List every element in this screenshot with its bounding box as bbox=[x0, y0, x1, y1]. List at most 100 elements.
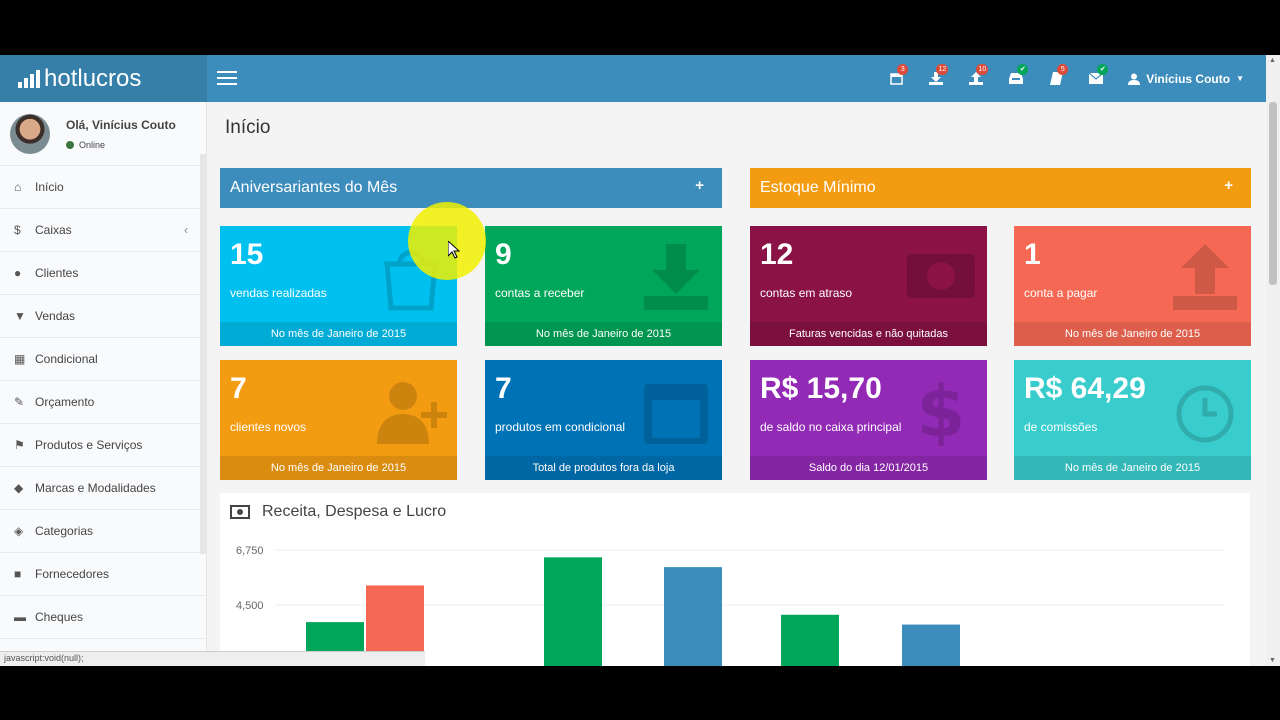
brand-logo[interactable]: hotlucros bbox=[0, 55, 207, 102]
sidebar-item-label: Cheques bbox=[35, 610, 84, 624]
tile-footer[interactable]: No mês de Janeiro de 2015 bbox=[1014, 322, 1251, 346]
notification-badge: ✔ bbox=[1017, 64, 1029, 75]
sidebar-item-produtos-servicos[interactable]: ⚑ Produtos e Serviços bbox=[0, 424, 206, 467]
sidebar-item-orcamento[interactable]: ✎ Orçamento bbox=[0, 381, 206, 424]
sidebar-item-label: Fornecedores bbox=[35, 567, 110, 581]
tile-value: 1 bbox=[1024, 238, 1041, 271]
calendar-icon: ▦ bbox=[14, 352, 26, 366]
sidebar-item-caixas[interactable]: $ Caixas ‹ bbox=[0, 209, 206, 252]
sidebar-item-label: Vendas bbox=[35, 309, 76, 323]
notification-badge: 3 bbox=[897, 64, 909, 75]
sidebar-item-cheques[interactable]: ▬ Cheques bbox=[0, 596, 206, 639]
menu-toggle-icon[interactable] bbox=[217, 71, 237, 85]
user-menu[interactable]: Vinícius Couto ▼ bbox=[1128, 72, 1244, 86]
notification-badge: 5 bbox=[1057, 64, 1069, 75]
plus-icon[interactable]: + bbox=[1224, 177, 1233, 194]
tile-footer[interactable]: No mês de Janeiro de 2015 bbox=[220, 456, 457, 480]
chart-bar[interactable] bbox=[664, 567, 722, 666]
sidebar-item-fornecedores[interactable]: ■ Fornecedores bbox=[0, 553, 206, 596]
tile-footer[interactable]: Total de produtos fora da loja bbox=[485, 456, 722, 480]
download-icon[interactable]: 12 bbox=[916, 55, 956, 102]
home-icon: ⌂ bbox=[14, 180, 22, 194]
min-stock-box-header[interactable]: Estoque Mínimo + bbox=[750, 168, 1251, 208]
tile-commissions[interactable]: R$ 64,29 de comissões No mês de Janeiro … bbox=[1014, 360, 1251, 480]
scroll-down-icon[interactable]: ▼ bbox=[1269, 657, 1276, 664]
sidebar-item-inicio[interactable]: ⌂ Início bbox=[0, 166, 206, 209]
sidebar-item-label: Marcas e Modalidades bbox=[35, 481, 156, 495]
notification-badge: ✔ bbox=[1097, 64, 1109, 75]
page-scrollbar[interactable]: ▲ ▼ bbox=[1266, 55, 1280, 666]
y-tick-label: 6,750 bbox=[236, 545, 264, 557]
sidebar-item-label: Início bbox=[35, 180, 64, 194]
scrollbar-thumb[interactable] bbox=[1269, 102, 1277, 285]
revenue-chart-box: Receita, Despesa e Lucro 6,750 4,500 bbox=[220, 493, 1250, 666]
tile-label: vendas realizadas bbox=[230, 286, 327, 300]
status-label: Online bbox=[79, 139, 106, 150]
chart-bar[interactable] bbox=[902, 624, 960, 666]
download-icon bbox=[644, 244, 708, 310]
chart-title: Receita, Despesa e Lucro bbox=[262, 503, 447, 520]
cursor-highlight bbox=[408, 202, 486, 280]
sidebar-item-label: Categorias bbox=[35, 524, 94, 538]
cart-icon: ▼ bbox=[14, 309, 26, 323]
truck-icon: ■ bbox=[14, 567, 22, 581]
sidebar-item-condicional[interactable]: ▦ Condicional bbox=[0, 338, 206, 381]
money-icon bbox=[907, 254, 975, 298]
user-greeting: Olá, Vinícius Couto bbox=[66, 117, 176, 132]
tile-payables[interactable]: 1 conta a pagar No mês de Janeiro de 201… bbox=[1014, 226, 1251, 346]
book-icon[interactable]: 5 bbox=[1036, 55, 1076, 102]
tile-new-clients[interactable]: 7 clientes novos No mês de Janeiro de 20… bbox=[220, 360, 457, 480]
pencil-icon: ✎ bbox=[14, 395, 25, 409]
tile-label: contas a receber bbox=[495, 286, 585, 300]
tile-label: contas em atraso bbox=[760, 286, 853, 300]
inbox-icon[interactable]: ✔ bbox=[996, 55, 1036, 102]
tile-footer[interactable]: No mês de Janeiro de 2015 bbox=[1014, 456, 1251, 480]
envelope-icon[interactable]: ✔ bbox=[1076, 55, 1116, 102]
calendar-icon bbox=[644, 384, 708, 444]
tile-footer[interactable]: Faturas vencidas e não quitadas bbox=[750, 322, 987, 346]
tile-footer[interactable]: No mês de Janeiro de 2015 bbox=[220, 322, 457, 346]
y-tick-label: 4,500 bbox=[236, 600, 264, 612]
sidebar-item-categorias[interactable]: ◈ Categorias bbox=[0, 510, 206, 553]
page-title: Início bbox=[225, 117, 271, 138]
tile-footer[interactable]: No mês de Janeiro de 2015 bbox=[485, 322, 722, 346]
tile-overdue[interactable]: 12 contas em atraso Faturas vencidas e n… bbox=[750, 226, 987, 346]
avatar bbox=[10, 113, 50, 154]
bars-logo-icon bbox=[18, 69, 40, 88]
mouse-pointer-icon bbox=[448, 241, 460, 259]
tags-icon: ◈ bbox=[14, 524, 24, 538]
user-status: Online bbox=[66, 140, 176, 150]
sidebar-scrollbar[interactable] bbox=[200, 154, 206, 554]
users-icon: ● bbox=[14, 266, 22, 280]
flag-icon: ⚑ bbox=[14, 438, 25, 452]
min-stock-box-title: Estoque Mínimo bbox=[760, 179, 876, 196]
tile-receivables[interactable]: 9 contas a receber No mês de Janeiro de … bbox=[485, 226, 722, 346]
tile-value: R$ 15,70 bbox=[760, 372, 882, 405]
revenue-bar-chart: 6,750 4,500 bbox=[236, 545, 1225, 666]
sidebar-item-clientes[interactable]: ● Clientes bbox=[0, 252, 206, 295]
plus-icon[interactable]: + bbox=[695, 177, 704, 194]
notification-badge: 10 bbox=[976, 64, 989, 75]
chart-bar[interactable] bbox=[544, 557, 602, 666]
sidebar-item-label: Caixas bbox=[35, 223, 72, 237]
birthdays-box-header[interactable]: Aniversariantes do Mês + bbox=[220, 168, 722, 208]
money-icon bbox=[230, 505, 250, 519]
upload-icon[interactable]: 10 bbox=[956, 55, 996, 102]
sidebar-item-label: Orçamento bbox=[35, 395, 95, 409]
tile-label: clientes novos bbox=[230, 420, 307, 434]
tile-footer[interactable]: Saldo do dia 12/01/2015 bbox=[750, 456, 987, 480]
sidebar-item-label: Produtos e Serviços bbox=[35, 438, 143, 452]
chart-bar[interactable] bbox=[781, 614, 839, 666]
nav-icons: 3 12 10 ✔ 5 ✔ Vinícius Couto ▼ bbox=[876, 55, 1244, 102]
calendar-icon[interactable]: 3 bbox=[876, 55, 916, 102]
scroll-up-icon[interactable]: ▲ bbox=[1269, 57, 1276, 64]
sidebar-item-marcas-modalidades[interactable]: ◆ Marcas e Modalidades bbox=[0, 467, 206, 510]
tile-conditional-products[interactable]: 7 produtos em condicional Total de produ… bbox=[485, 360, 722, 480]
tile-label: de saldo no caixa principal bbox=[760, 420, 902, 434]
sidebar-item-vendas[interactable]: ▼ Vendas bbox=[0, 295, 206, 338]
user-panel: Olá, Vinícius Couto Online bbox=[0, 102, 206, 166]
tile-main-cash-balance[interactable]: $ R$ 15,70 de saldo no caixa principal S… bbox=[750, 360, 987, 480]
user-icon bbox=[1128, 73, 1141, 85]
chevron-left-icon: ‹ bbox=[184, 223, 188, 237]
user-add-icon bbox=[377, 382, 447, 444]
